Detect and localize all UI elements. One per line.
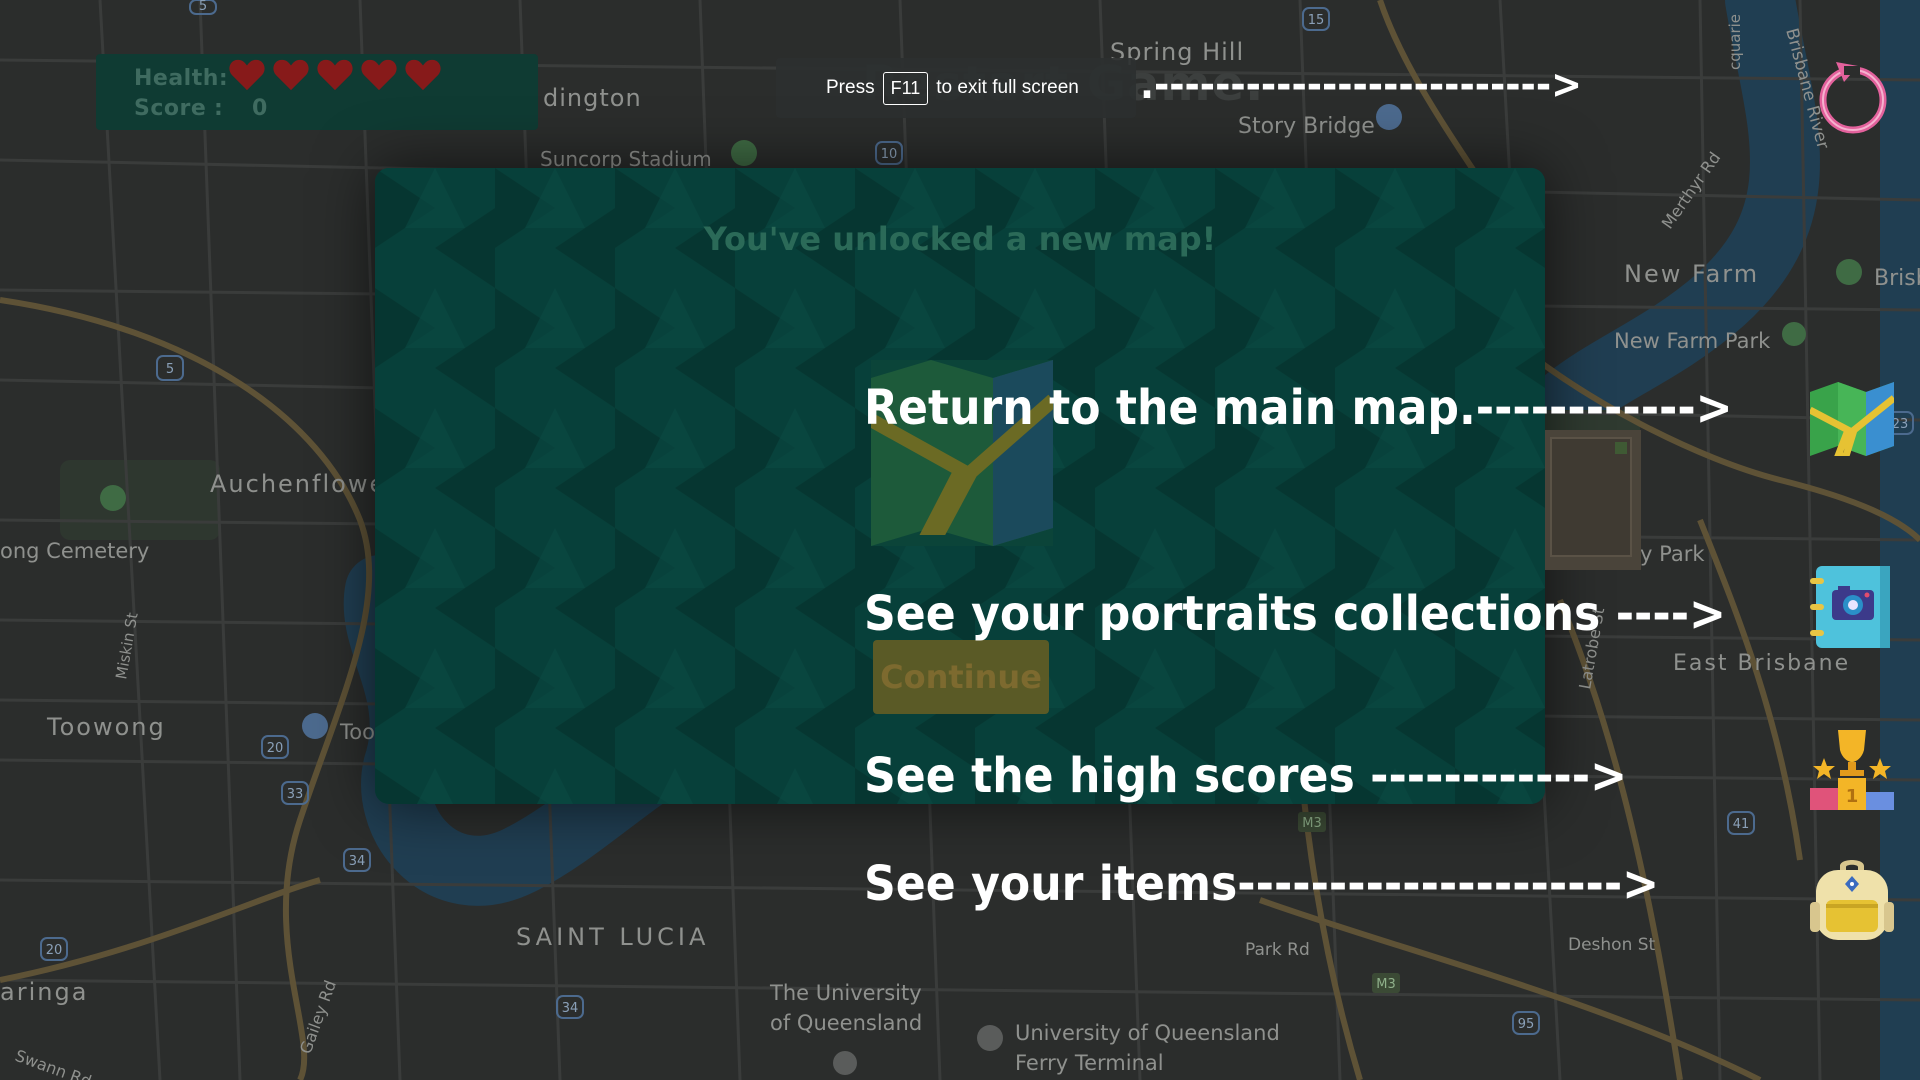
restart-icon[interactable] xyxy=(1814,56,1892,138)
route-shield-34: 34 xyxy=(349,854,366,869)
health-label: Health: xyxy=(134,66,229,91)
route-shield-5b: 5 xyxy=(199,0,207,14)
route-shield-33: 33 xyxy=(287,787,304,802)
route-shield-15: 15 xyxy=(1308,13,1325,28)
portraits-hint: See your portraits collections ----> xyxy=(864,586,1727,642)
map-label-east-brisbane: East Brisbane xyxy=(1673,651,1850,676)
map-label-uq-ferry: University of Queensland xyxy=(1015,1021,1280,1045)
restart-hint: .--------------------------> xyxy=(1140,62,1582,108)
route-shield-41: 41 xyxy=(1733,817,1750,832)
map-label-uq-ferry-2: Ferry Terminal xyxy=(1015,1051,1164,1075)
f11-key: F11 xyxy=(882,71,929,105)
fullscreen-notice: Press F11 to exit full screen xyxy=(776,58,1136,118)
map-label-park-rd: Park Rd xyxy=(1245,940,1310,960)
route-shield-m3b: M3 xyxy=(1376,977,1396,992)
route-shield-10: 10 xyxy=(881,147,898,162)
map-label-paddington: dington xyxy=(543,84,642,112)
continue-button[interactable]: Continue xyxy=(873,640,1049,714)
map-label-saint-lucia: SAINT LUCIA xyxy=(516,923,709,951)
map-label-park: y Park xyxy=(1640,542,1705,566)
heart-icon xyxy=(229,59,265,91)
map-label-new-farm-park: New Farm Park xyxy=(1614,329,1771,353)
route-shield-23: 23 xyxy=(1892,417,1909,432)
folded-map-icon[interactable] xyxy=(1810,382,1894,456)
backpack-icon[interactable] xyxy=(1810,858,1894,942)
fullscreen-notice-suffix: to exit full screen xyxy=(936,77,1079,98)
high-scores-hint: See the high scores ------------> xyxy=(864,748,1628,804)
unlock-modal: You've unlocked a new map! Continue xyxy=(375,168,1545,804)
heart-icon xyxy=(317,59,353,91)
map-label-toowong-short: Too xyxy=(339,720,375,744)
score-value: 0 xyxy=(252,96,268,121)
map-label-taringa: aringa xyxy=(0,978,88,1006)
heart-icon xyxy=(405,59,441,91)
podium-number: 1 xyxy=(1846,786,1859,807)
heart-icon xyxy=(273,59,309,91)
fullscreen-notice-prefix: Press xyxy=(826,77,875,98)
items-hint: See your items---------------------> xyxy=(864,856,1660,912)
status-panel: Health: Score : 0 xyxy=(96,54,538,130)
camera-album-icon[interactable] xyxy=(1810,566,1894,648)
route-shield-5: 5 xyxy=(166,362,174,377)
score-label: Score xyxy=(134,96,207,121)
map-label-toowong: Toowong xyxy=(46,713,166,741)
main-map-hint: Return to the main map.------------> xyxy=(864,380,1733,436)
map-label-uq-2: of Queensland xyxy=(770,1011,922,1035)
picture-frame-icon xyxy=(1545,430,1641,570)
trophy-podium-icon[interactable]: 1 xyxy=(1810,726,1894,810)
route-shield-20: 20 xyxy=(267,741,284,756)
route-shield-34b: 34 xyxy=(562,1001,579,1016)
map-label-deshon: Deshon St xyxy=(1568,935,1656,955)
map-label-macquarie: cquarie xyxy=(1726,14,1744,70)
map-label-story-bridge: Story Bridge xyxy=(1238,114,1375,139)
health-hearts xyxy=(228,58,442,92)
map-label-new-farm: New Farm xyxy=(1624,260,1759,288)
heart-icon xyxy=(361,59,397,91)
map-label-uq: The University xyxy=(769,981,922,1005)
map-label-cemetery: ong Cemetery xyxy=(0,539,149,563)
route-shield-20b: 20 xyxy=(46,943,63,958)
map-label-brisbane: Brisb xyxy=(1874,266,1920,291)
modal-title: You've unlocked a new map! xyxy=(703,220,1217,258)
route-shield-m3: M3 xyxy=(1302,816,1322,831)
route-shield-95: 95 xyxy=(1518,1017,1535,1032)
score-separator: : xyxy=(214,96,224,121)
map-label-auchenflower: Auchenflowe xyxy=(210,470,386,498)
